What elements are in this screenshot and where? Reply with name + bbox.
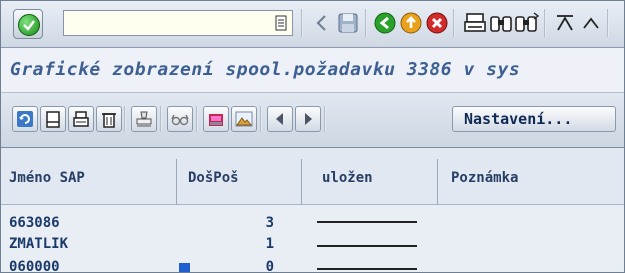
mountain-icon <box>235 111 253 127</box>
checkmark-icon <box>18 14 40 36</box>
expand-left-icon[interactable] <box>310 10 336 36</box>
display-button[interactable] <box>40 106 66 132</box>
column-header-ulozen[interactable]: uložen <box>322 170 373 186</box>
sap-gui-window: Grafické zobrazení spool.požadavku 3386 … <box>0 0 625 273</box>
settings-button[interactable]: Nastavení... <box>452 106 616 132</box>
printer-icon <box>73 111 89 127</box>
arrow-right-icon <box>305 113 312 125</box>
delete-button[interactable] <box>96 106 122 132</box>
glasses-button[interactable] <box>167 106 193 132</box>
separator <box>160 106 162 132</box>
column-header-name[interactable]: Jméno SAP <box>9 170 85 186</box>
row-dospos: 1 <box>265 236 274 252</box>
print-button[interactable] <box>68 106 94 132</box>
separator <box>544 9 546 37</box>
first-page-icon[interactable] <box>552 10 578 36</box>
separator <box>453 9 455 37</box>
signature-line <box>317 221 417 223</box>
column-header-poznamka[interactable]: Poznámka <box>451 170 518 186</box>
previous-button[interactable] <box>267 106 293 132</box>
row-dospos: 0 <box>265 259 274 273</box>
column-header-dospos[interactable]: DošPoš <box>188 170 239 186</box>
layout-icon <box>209 114 223 126</box>
document-icon <box>46 111 60 128</box>
glasses-icon <box>171 114 189 126</box>
cursor-marker <box>179 263 190 272</box>
separator <box>124 106 126 132</box>
table-header: Jméno SAP DošPoš uložen Poznámka <box>1 148 624 205</box>
command-history-icon[interactable] <box>273 14 289 32</box>
separator <box>324 106 326 132</box>
separator <box>301 9 303 37</box>
cancel-icon[interactable] <box>424 10 450 36</box>
next-button[interactable] <box>295 106 321 132</box>
page-title: Grafické zobrazení spool.požadavku 3386 … <box>10 59 521 80</box>
separator <box>196 106 198 132</box>
table-body <box>1 205 624 272</box>
enter-button[interactable] <box>13 9 43 39</box>
exit-icon[interactable] <box>398 10 424 36</box>
refresh-icon <box>17 111 33 127</box>
back-icon[interactable] <box>372 10 398 36</box>
application-toolbar: Nastavení... <box>1 93 624 148</box>
find-next-icon[interactable] <box>514 10 540 36</box>
arrow-left-icon <box>276 113 283 125</box>
signature-line <box>317 268 417 270</box>
row-name: 663086 <box>9 215 60 231</box>
layout-button[interactable] <box>203 106 229 132</box>
graphic-button[interactable] <box>231 106 257 132</box>
refresh-button[interactable] <box>12 106 38 132</box>
separator <box>260 106 262 132</box>
find-icon[interactable] <box>488 10 514 36</box>
separator <box>607 9 609 37</box>
command-field[interactable] <box>63 10 293 36</box>
signature-line <box>317 245 417 247</box>
print-icon[interactable] <box>462 10 488 36</box>
previous-page-icon[interactable] <box>578 10 604 36</box>
row-name: 060000 <box>9 259 60 273</box>
trash-icon <box>102 113 116 128</box>
row-dospos: 3 <box>265 215 274 231</box>
row-name: ZMATLIK <box>9 236 69 252</box>
print-output-button[interactable] <box>131 106 157 132</box>
stamp-icon <box>136 111 152 127</box>
separator <box>365 9 367 37</box>
standard-toolbar <box>1 1 624 48</box>
title-bar: Grafické zobrazení spool.požadavku 3386 … <box>1 48 624 93</box>
save-icon[interactable] <box>335 10 361 36</box>
